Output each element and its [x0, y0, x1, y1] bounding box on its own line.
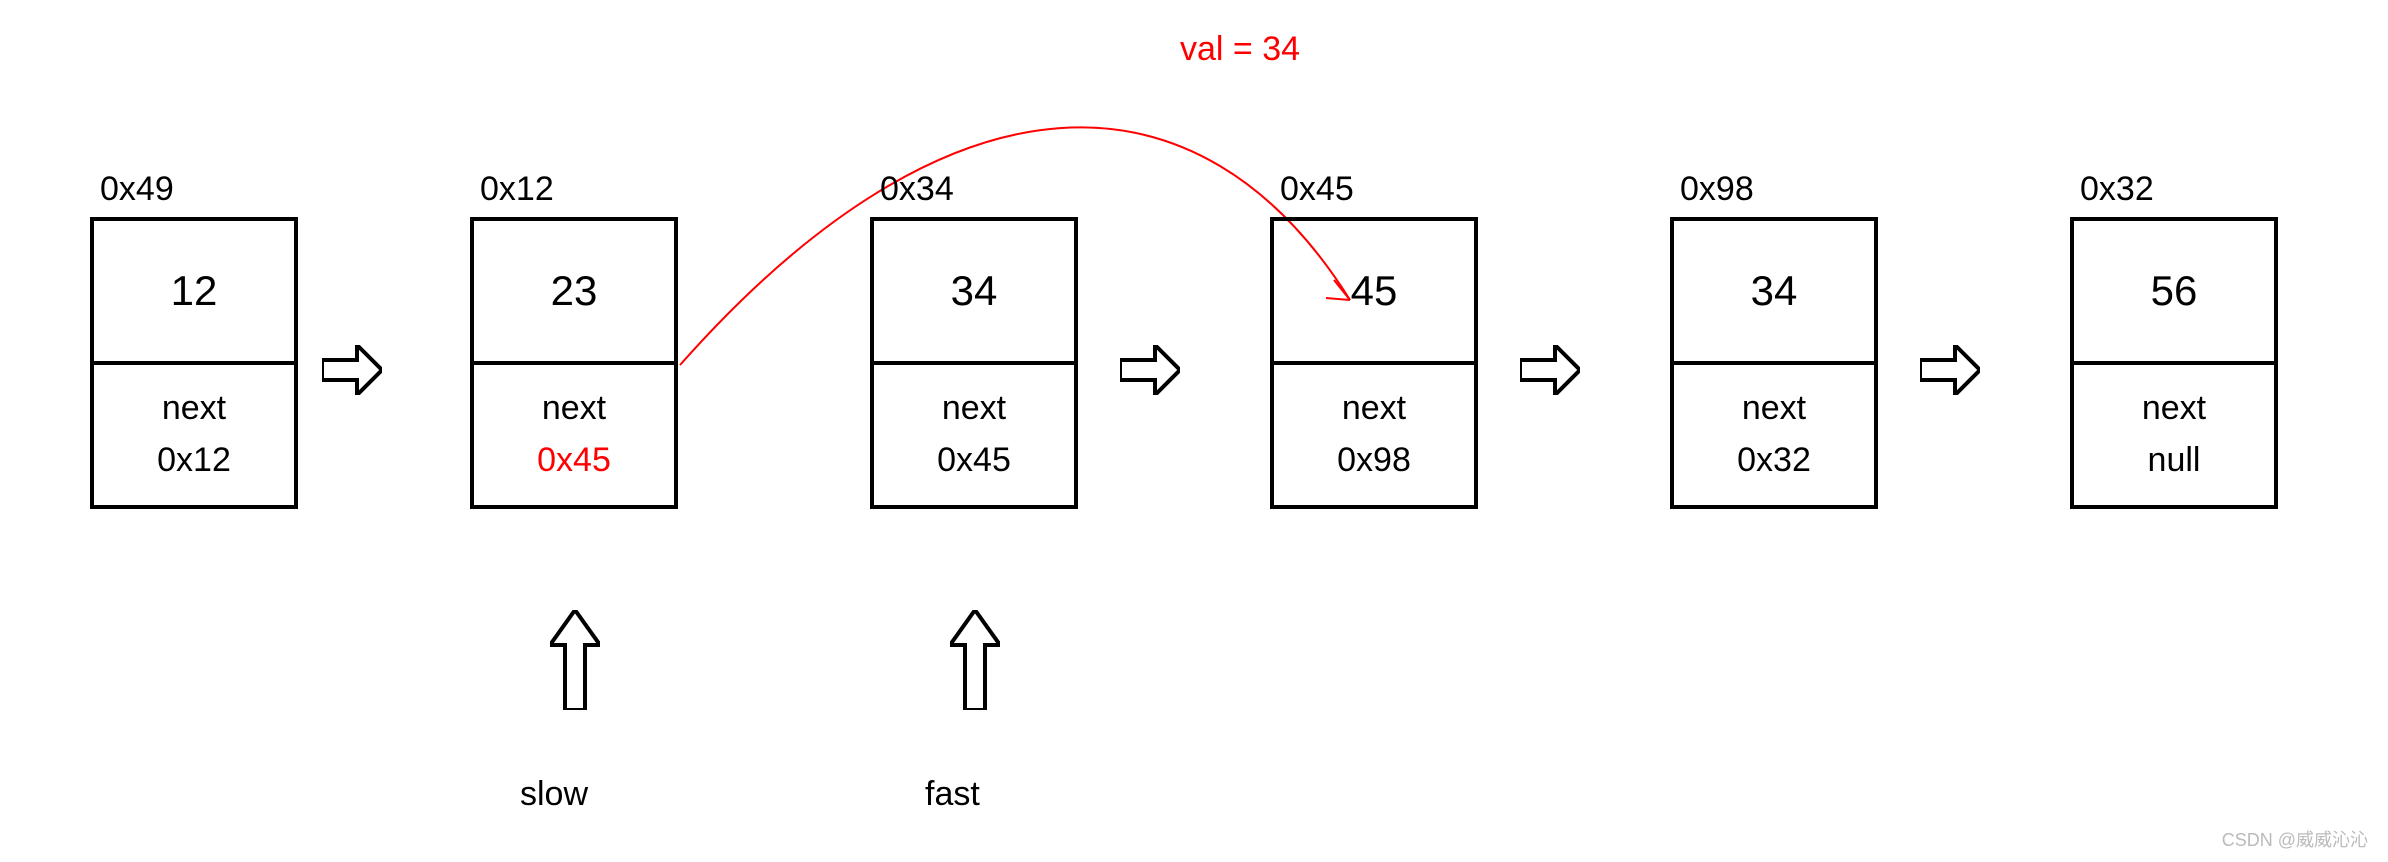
node-box: 34 next 0x32	[1670, 217, 1878, 509]
next-value: null	[2148, 437, 2201, 485]
node-5: 0x32 56 next null	[2070, 170, 2270, 509]
node-1: 0x12 23 next 0x45	[470, 170, 670, 509]
node-next-cell: next 0x45	[874, 365, 1074, 505]
node-address: 0x34	[870, 170, 1070, 209]
node-address: 0x98	[1670, 170, 1870, 209]
node-box: 45 next 0x98	[1270, 217, 1478, 509]
next-value: 0x45	[937, 437, 1011, 485]
next-label: next	[2142, 385, 2206, 433]
node-val: 34	[1674, 221, 1874, 365]
next-label: next	[1342, 385, 1406, 433]
fast-label: fast	[925, 775, 980, 814]
node-next-cell: next null	[2074, 365, 2274, 505]
node-next-cell: next 0x98	[1274, 365, 1474, 505]
node-2: 0x34 34 next 0x45	[870, 170, 1070, 509]
node-box: 34 next 0x45	[870, 217, 1078, 509]
node-0: 0x49 12 next 0x12	[90, 170, 290, 509]
node-address: 0x45	[1270, 170, 1470, 209]
node-next-cell: next 0x32	[1674, 365, 1874, 505]
node-val: 56	[2074, 221, 2274, 365]
val-annotation: val = 34	[1180, 30, 1300, 69]
up-arrow-icon	[950, 610, 1000, 710]
node-next-cell: next 0x45	[474, 365, 674, 505]
skip-curve-svg	[0, 0, 2388, 862]
watermark: CSDN @威威沁沁	[2222, 826, 2368, 852]
node-address: 0x12	[470, 170, 670, 209]
node-val: 12	[94, 221, 294, 365]
node-val: 45	[1274, 221, 1474, 365]
node-address: 0x49	[90, 170, 290, 209]
up-arrow-icon	[550, 610, 600, 710]
next-value: 0x12	[157, 437, 231, 485]
arrow-icon	[1520, 345, 1580, 395]
node-val: 34	[874, 221, 1074, 365]
node-box: 23 next 0x45	[470, 217, 678, 509]
arrow-icon	[1920, 345, 1980, 395]
next-label: next	[1742, 385, 1806, 433]
slow-label: slow	[520, 775, 588, 814]
next-value: 0x45	[537, 437, 611, 485]
next-value: 0x98	[1337, 437, 1411, 485]
node-box: 56 next null	[2070, 217, 2278, 509]
node-3: 0x45 45 next 0x98	[1270, 170, 1470, 509]
next-label: next	[542, 385, 606, 433]
arrow-icon	[1120, 345, 1180, 395]
node-4: 0x98 34 next 0x32	[1670, 170, 1870, 509]
node-address: 0x32	[2070, 170, 2270, 209]
node-box: 12 next 0x12	[90, 217, 298, 509]
next-label: next	[162, 385, 226, 433]
node-val: 23	[474, 221, 674, 365]
next-label: next	[942, 385, 1006, 433]
next-value: 0x32	[1737, 437, 1811, 485]
node-next-cell: next 0x12	[94, 365, 294, 505]
arrow-icon	[322, 345, 382, 395]
